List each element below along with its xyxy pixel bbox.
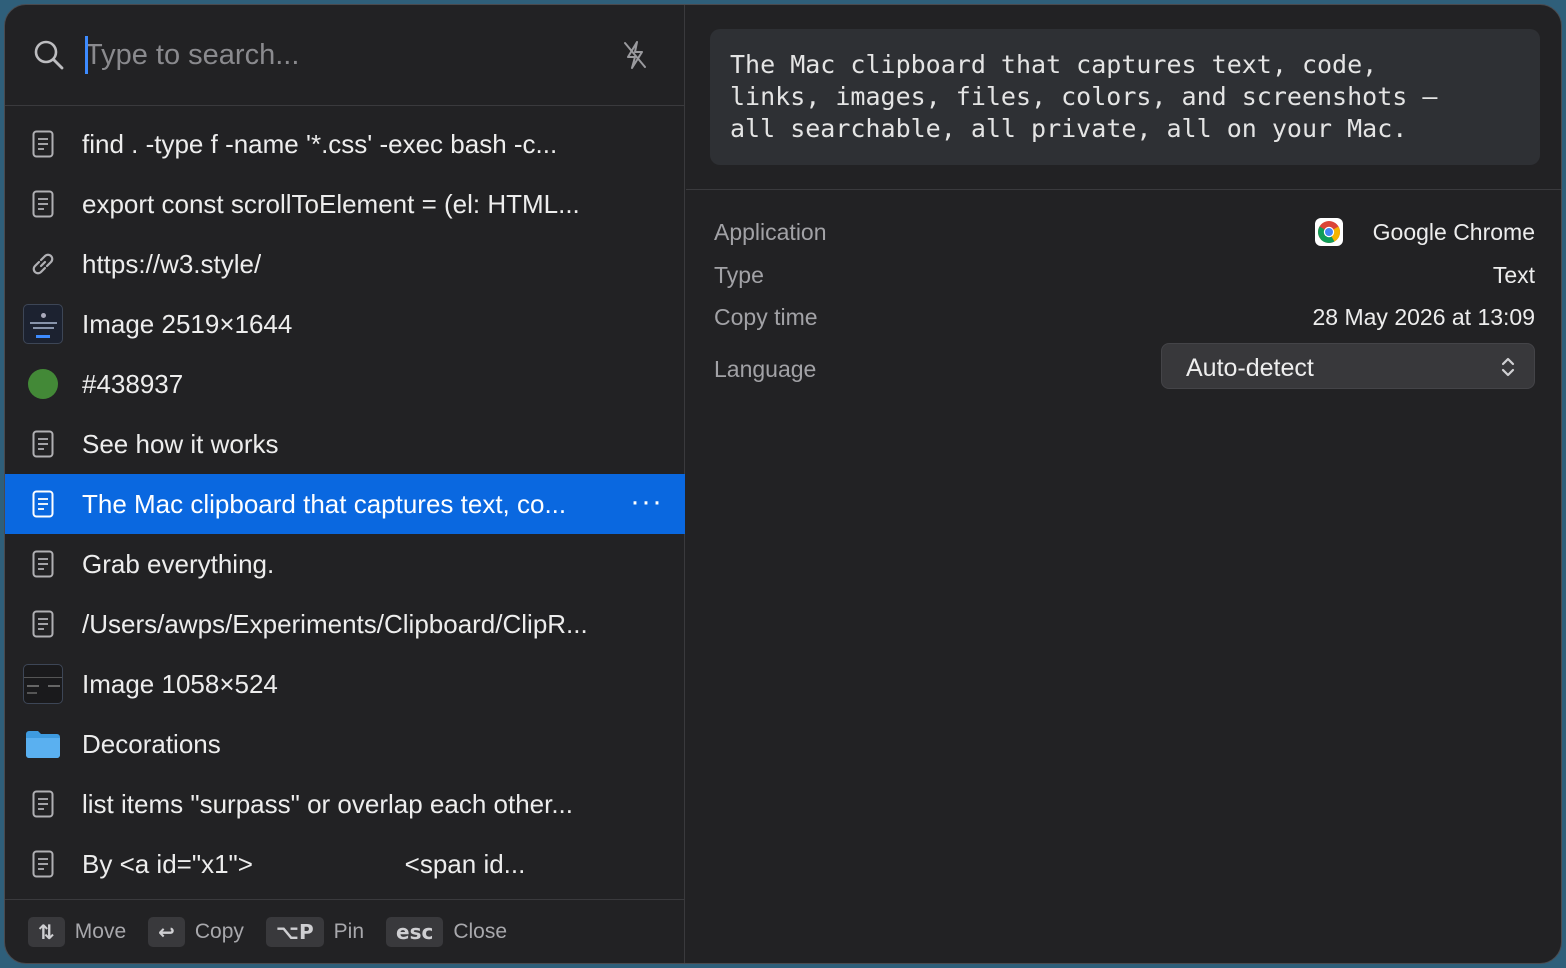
image-thumbnail-icon: [23, 304, 63, 344]
preview-text: The Mac clipboard that captures text, co…: [710, 29, 1540, 165]
document-icon: [23, 844, 63, 884]
image-thumbnail-icon: [23, 664, 63, 704]
list-item-label: Decorations: [82, 729, 221, 759]
document-icon: [23, 124, 63, 164]
list-item-label: Grab everything.: [82, 549, 275, 579]
list-item-label: Image 2519×1644: [82, 309, 293, 339]
shortcut-label: Close: [453, 919, 508, 943]
detail-panel: The Mac clipboard that captures text, co…: [686, 5, 1561, 963]
application-value: Google Chrome: [1372, 219, 1535, 245]
application-row: Application Google Chrome: [714, 211, 1535, 251]
list-item-label: Image 1058×524: [82, 669, 278, 699]
list-item[interactable]: export const scrollToElement = (el: HTML…: [5, 174, 685, 234]
folder-icon: [23, 724, 63, 764]
language-select[interactable]: Auto-detect: [1161, 343, 1535, 389]
list-item-label: See how it works: [82, 429, 279, 459]
type-value: Text: [1492, 262, 1535, 288]
shortcut-key: ⌥P: [265, 916, 324, 947]
list-item[interactable]: /Users/awps/Experiments/Clipboard/ClipR.…: [5, 594, 685, 654]
language-value: Auto-detect: [1186, 354, 1314, 382]
document-icon: [23, 544, 63, 584]
link-icon: [23, 244, 63, 284]
shortcut-label: Move: [74, 919, 127, 943]
list-item-label: By <a id="x1"> <span id...: [82, 849, 526, 879]
list-item[interactable]: Image 1058×524: [5, 654, 685, 714]
clipboard-window: find . -type f -name '*.css' -exec bash …: [4, 4, 1562, 964]
document-icon: [23, 424, 63, 464]
list-item-label: The Mac clipboard that captures text, co…: [82, 489, 567, 519]
list-item-label: export const scrollToElement = (el: HTML…: [82, 189, 580, 219]
language-label: Language: [714, 356, 817, 382]
divider: [686, 189, 1561, 190]
document-icon: [23, 604, 63, 644]
list-item-label: #438937: [82, 369, 184, 399]
shortcut-key: ⇅: [28, 916, 65, 947]
list-item-label: /Users/awps/Experiments/Clipboard/ClipR.…: [82, 609, 588, 639]
copy-time-row: Copy time 28 May 2026 at 13:09: [714, 296, 1535, 336]
list-item[interactable]: find . -type f -name '*.css' -exec bash …: [5, 114, 685, 174]
shortcut-label: Copy: [194, 919, 244, 943]
list-item[interactable]: Image 2519×1644: [5, 294, 685, 354]
search-input[interactable]: [83, 31, 587, 79]
list-item[interactable]: list items "surpass" or overlap each oth…: [5, 774, 685, 834]
copy-time-value: 28 May 2026 at 13:09: [1312, 304, 1536, 330]
list-item[interactable]: See how it works: [5, 414, 685, 474]
type-row: Type Text: [714, 254, 1535, 294]
list-item[interactable]: #438937: [5, 354, 685, 414]
search-bar: [5, 5, 684, 106]
list-item[interactable]: Grab everything.: [5, 534, 685, 594]
document-icon: [23, 484, 63, 524]
shortcut-label: Pin: [333, 919, 364, 943]
type-label: Type: [714, 262, 764, 288]
shortcut-key: ↩: [148, 916, 185, 947]
list-item-label: https://w3.style/: [82, 249, 262, 279]
copy-time-label: Copy time: [714, 304, 818, 330]
more-options-button[interactable]: ···: [630, 474, 663, 534]
search-icon: [34, 40, 64, 70]
shortcut-key: esc: [386, 916, 444, 947]
list-item[interactable]: Decorations: [5, 714, 685, 774]
history-list: find . -type f -name '*.css' -exec bash …: [5, 114, 685, 894]
list-item[interactable]: By <a id="x1"> <span id...: [5, 834, 685, 894]
list-item-label: list items "surpass" or overlap each oth…: [82, 789, 574, 819]
list-item[interactable]: The Mac clipboard that captures text, co…: [5, 474, 685, 534]
chrome-icon: [1315, 218, 1343, 246]
bolt-slash-icon[interactable]: [617, 37, 653, 73]
application-label: Application: [714, 219, 827, 245]
history-panel: find . -type f -name '*.css' -exec bash …: [5, 5, 685, 963]
text-caret: [85, 36, 88, 74]
document-icon: [23, 784, 63, 824]
language-row: Language Auto-detect: [714, 343, 1535, 391]
list-item[interactable]: https://w3.style/: [5, 234, 685, 294]
shortcut-footer: ⇅ Move ↩ Copy ⌥P Pin esc Close: [5, 899, 684, 963]
color-swatch-icon: [23, 364, 63, 404]
chevron-up-down-icon: [1501, 357, 1515, 377]
document-icon: [23, 184, 63, 224]
list-item-label: find . -type f -name '*.css' -exec bash …: [82, 129, 558, 159]
